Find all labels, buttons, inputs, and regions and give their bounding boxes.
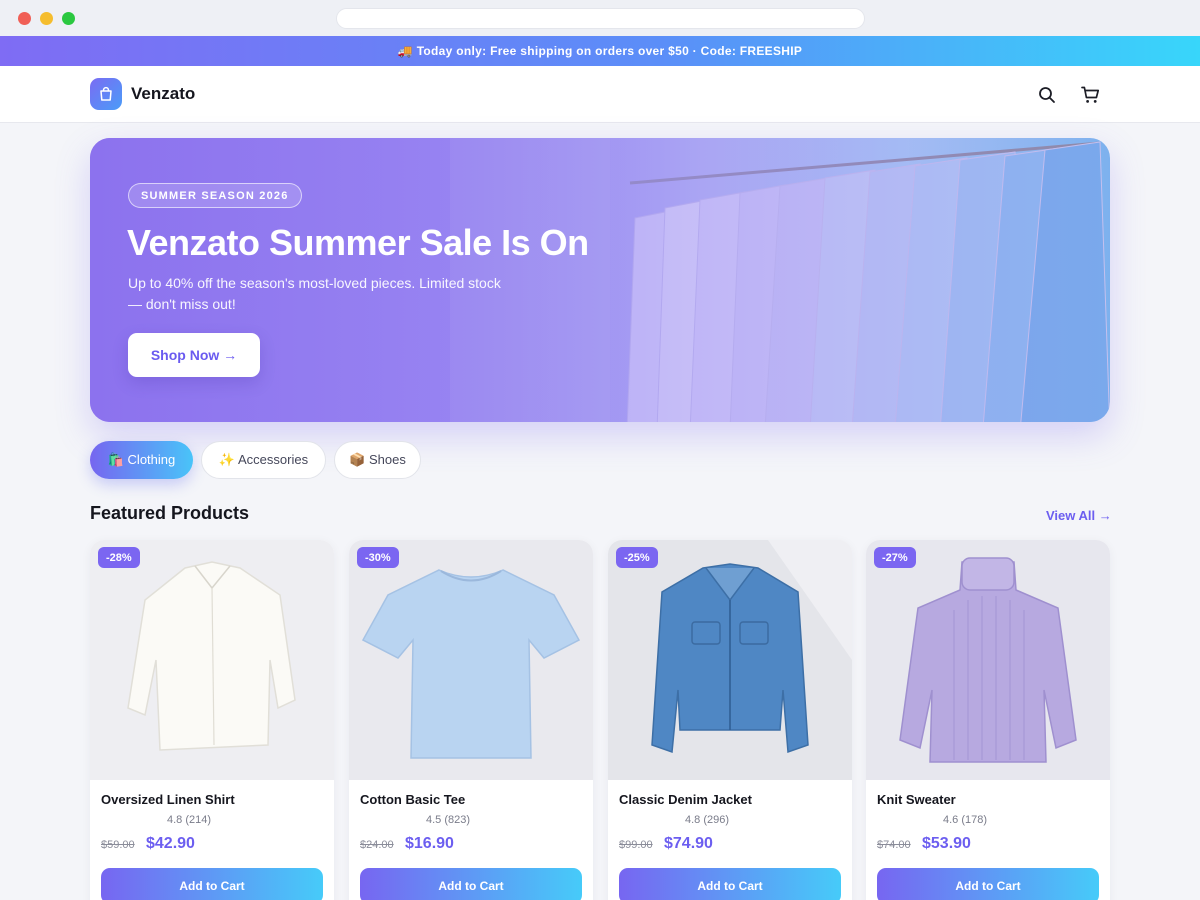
browser-chrome — [0, 0, 1200, 36]
search-icon — [1039, 87, 1055, 103]
search-button[interactable] — [1036, 84, 1058, 106]
category-tab-shoes[interactable]: 📦 Shoes — [334, 441, 421, 479]
category-tab-clothing[interactable]: 🛍️ Clothing — [90, 441, 193, 479]
product-image-denim-jacket — [608, 540, 852, 780]
product-rating: 4.8 (214) — [166, 814, 212, 826]
hero-banner: SUMMER SEASON 2026 Venzato Summer Sale I… — [90, 138, 1110, 422]
section-title: Featured Products — [90, 503, 250, 523]
promo-banner: 🚚 Today only: Free shipping on orders ov… — [0, 36, 1200, 66]
product-card[interactable]: -25% Classic Denim Jacket 4.8 (296) $99.… — [608, 540, 852, 900]
original-price: $24.00 — [360, 839, 394, 851]
add-to-cart-button[interactable]: Add to Cart — [360, 868, 582, 900]
product-name[interactable]: Cotton Basic Tee — [360, 792, 465, 807]
add-to-cart-button[interactable]: Add to Cart — [877, 868, 1099, 900]
product-card[interactable]: -28% Oversized Linen Shirt 4.8 (214) $59… — [90, 540, 334, 900]
product-image-knit-sweater — [866, 540, 1110, 780]
address-bar[interactable] — [336, 8, 865, 29]
product-card[interactable]: -27% Knit Sweater 4.6 (178) $74.00 $53.9… — [866, 540, 1110, 900]
product-name[interactable]: Classic Denim Jacket — [619, 792, 752, 807]
shopping-bag-icon — [100, 86, 112, 101]
product-rating: 4.6 (178) — [942, 814, 988, 826]
discount-badge: -28% — [98, 547, 140, 568]
original-price: $59.00 — [101, 839, 135, 851]
sale-price: $74.90 — [664, 835, 713, 852]
site-header: Venzato — [0, 66, 1200, 123]
add-to-cart-button[interactable]: Add to Cart — [619, 868, 841, 900]
cart-icon — [1080, 86, 1099, 103]
window-close-dot[interactable] — [18, 12, 31, 25]
product-rating: 4.5 (823) — [425, 814, 471, 826]
add-to-cart-button[interactable]: Add to Cart — [101, 868, 323, 900]
sale-price: $16.90 — [405, 835, 454, 852]
cart-button[interactable] — [1079, 84, 1101, 106]
discount-badge: -30% — [357, 547, 399, 568]
product-image-linen-shirt — [90, 540, 334, 780]
brand-name[interactable]: Venzato — [131, 84, 195, 104]
category-tab-accessories[interactable]: ✨ Accessories — [201, 441, 326, 479]
discount-badge: -25% — [616, 547, 658, 568]
season-badge: SUMMER SEASON 2026 — [128, 183, 302, 208]
product-rating: 4.8 (296) — [684, 814, 730, 826]
original-price: $74.00 — [877, 839, 911, 851]
sale-price: $53.90 — [922, 835, 971, 852]
window-minimize-dot[interactable] — [40, 12, 53, 25]
view-all-link[interactable]: View All → — [1046, 508, 1112, 523]
discount-badge: -27% — [874, 547, 916, 568]
shop-now-button[interactable]: Shop Now → — [128, 333, 260, 377]
window-maximize-dot[interactable] — [62, 12, 75, 25]
promo-text: 🚚 Today only: Free shipping on orders ov… — [397, 44, 803, 58]
product-name[interactable]: Knit Sweater — [877, 792, 956, 807]
logo[interactable] — [90, 78, 122, 110]
product-image-cotton-tee — [349, 540, 593, 780]
hero-title: Venzato Summer Sale Is On — [127, 222, 589, 263]
original-price: $99.00 — [619, 839, 653, 851]
sale-price: $42.90 — [146, 835, 195, 852]
product-name[interactable]: Oversized Linen Shirt — [101, 792, 235, 807]
product-card[interactable]: -30% Cotton Basic Tee 4.5 (823) $24.00 $… — [349, 540, 593, 900]
hero-subtitle: Up to 40% off the season's most-loved pi… — [128, 275, 501, 312]
